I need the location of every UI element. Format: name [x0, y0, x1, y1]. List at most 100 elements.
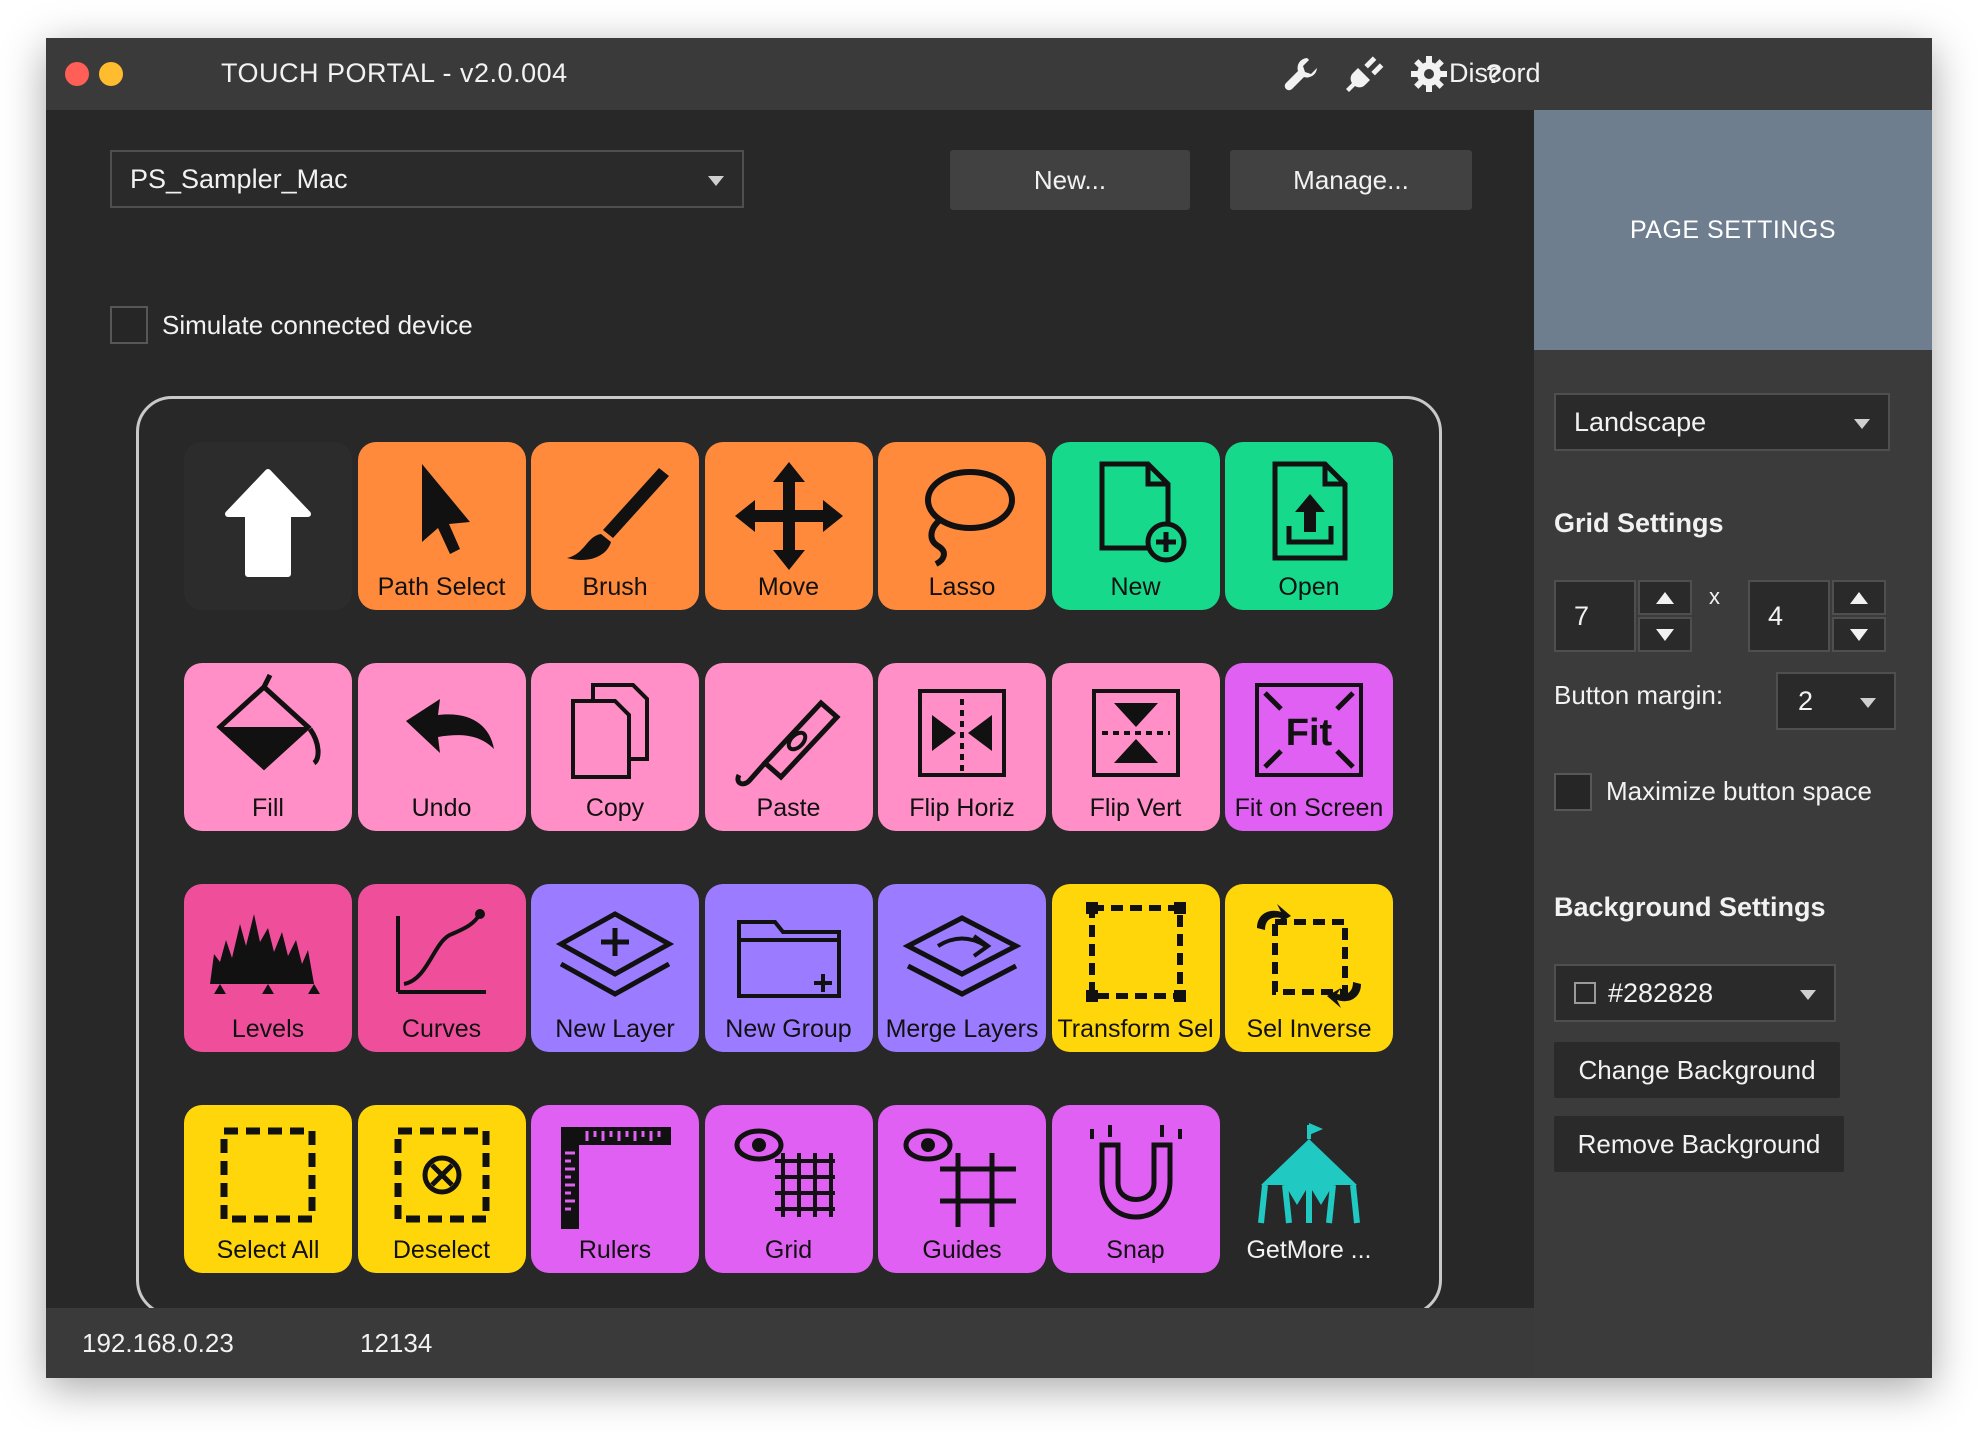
grid-button[interactable]: New Layer	[531, 884, 699, 1052]
triangle-up-icon	[1656, 591, 1674, 604]
grid-button[interactable]: New Group	[704, 884, 873, 1052]
triangle-up-icon	[1850, 591, 1868, 604]
help-icon[interactable]: ?	[1474, 54, 1514, 94]
grid-button[interactable]: Copy	[531, 663, 699, 831]
grid-button[interactable]: Fill	[184, 663, 352, 831]
columns-stepper[interactable]: 7	[1554, 580, 1692, 652]
grid-button-label: Sel Inverse	[1246, 1015, 1372, 1043]
rows-value[interactable]: 4	[1748, 580, 1830, 652]
grid-button[interactable]: Guides	[878, 1105, 1046, 1273]
grid-button-label: New Layer	[555, 1015, 675, 1043]
main-panel: PS_Sampler_Mac New... Manage... Simulate…	[46, 110, 1534, 1316]
grid-button[interactable]: Grid	[704, 1105, 873, 1273]
grid-button-label: Guides	[922, 1236, 1002, 1264]
page-select[interactable]: PS_Sampler_Mac	[110, 150, 744, 208]
page-select-value: PS_Sampler_Mac	[130, 163, 348, 194]
chevron-down-icon	[708, 176, 724, 186]
maximize-button-space-label: Maximize button space	[1606, 776, 1872, 806]
background-color-value: #282828	[1608, 977, 1714, 1008]
columns-value[interactable]: 7	[1554, 580, 1636, 652]
app-window: TOUCH PORTAL - v2.0.004 Discord ? PS_Sam…	[46, 38, 1932, 1378]
title-bar: TOUCH PORTAL - v2.0.004 Discord ?	[46, 38, 1932, 110]
grid-button[interactable]: Select All	[184, 1105, 352, 1273]
button-margin-label: Button margin:	[1554, 680, 1724, 710]
chevron-down-icon	[1800, 990, 1816, 1000]
rows-decrement-button[interactable]	[1832, 617, 1886, 652]
grid-button[interactable]: New	[1051, 442, 1220, 610]
maximize-button-space-checkbox[interactable]	[1554, 773, 1592, 811]
grid-button-label: Undo	[411, 794, 472, 822]
grid-button[interactable]: Open	[1225, 442, 1393, 610]
gear-icon[interactable]	[1409, 54, 1449, 94]
grid-button[interactable]: Curves	[357, 884, 526, 1052]
window-title: TOUCH PORTAL - v2.0.004	[221, 58, 568, 88]
grid-button[interactable]: Deselect	[357, 1105, 526, 1273]
change-background-button[interactable]: Change Background	[1554, 1042, 1840, 1098]
rows-stepper[interactable]: 4	[1748, 580, 1886, 652]
button-margin-select[interactable]: 2	[1776, 672, 1896, 730]
grid-button-label: Copy	[585, 794, 645, 822]
page-settings-sidebar: PAGE SETTINGS Landscape Grid Settings 7 …	[1534, 110, 1932, 1378]
grid-button[interactable]: Brush	[531, 442, 699, 610]
grid-button[interactable]: Move	[704, 442, 873, 610]
grid-button-label: Paste	[756, 794, 821, 822]
grid-button[interactable]: GetMore ...	[1225, 1105, 1393, 1273]
color-swatch	[1574, 982, 1596, 1004]
grid-button[interactable]: Paste	[704, 663, 873, 831]
grid-button[interactable]: Merge Layers	[878, 884, 1046, 1052]
wrench-icon[interactable]	[1281, 54, 1321, 94]
new-page-button[interactable]: New...	[950, 150, 1190, 210]
button-grid: Path Select Brush Move Lasso New Open Fill Undo…	[184, 442, 1394, 1274]
svg-text:Fit: Fit	[1286, 712, 1333, 754]
rows-increment-button[interactable]	[1832, 580, 1886, 615]
close-button[interactable]	[65, 62, 89, 86]
simulate-device-label: Simulate connected device	[162, 310, 473, 340]
orientation-select[interactable]: Landscape	[1554, 393, 1890, 451]
status-bar: 192.168.0.23 12134	[46, 1308, 1534, 1378]
plug-icon[interactable]	[1344, 54, 1384, 94]
grid-button[interactable]: Sel Inverse	[1225, 884, 1393, 1052]
grid-button-label: Fit on Screen	[1234, 794, 1384, 822]
background-color-select[interactable]: #282828	[1554, 964, 1836, 1022]
grid-button[interactable]: Fit Fit on Screen	[1225, 663, 1393, 831]
grid-button[interactable]: Path Select	[357, 442, 526, 610]
grid-button-label: Rulers	[578, 1236, 652, 1264]
page-settings-label: PAGE SETTINGS	[1629, 215, 1837, 244]
chevron-down-icon	[1854, 419, 1870, 429]
grid-button[interactable]	[184, 442, 352, 610]
grid-settings-title: Grid Settings	[1554, 508, 1724, 538]
triangle-down-icon	[1850, 628, 1868, 641]
simulate-device-checkbox[interactable]	[110, 306, 148, 344]
grid-button-label: GetMore ...	[1246, 1236, 1372, 1264]
orientation-value: Landscape	[1574, 406, 1707, 437]
remove-background-button[interactable]: Remove Background	[1554, 1116, 1844, 1172]
button-margin-value: 2	[1798, 685, 1814, 716]
grid-button[interactable]: Transform Sel	[1051, 884, 1220, 1052]
grid-button-label: New	[1110, 573, 1161, 601]
chevron-down-icon	[1860, 698, 1876, 708]
grid-button-label: Deselect	[392, 1236, 491, 1264]
grid-button-label: Path Select	[377, 573, 506, 601]
grid-button[interactable]: Flip Horiz	[878, 663, 1046, 831]
grid-button[interactable]: Flip Vert	[1051, 663, 1220, 831]
grid-button-label: Open	[1278, 573, 1340, 601]
grid-button[interactable]: Rulers	[531, 1105, 699, 1273]
grid-button[interactable]: Undo	[357, 663, 526, 831]
grid-button-label: Merge Layers	[885, 1015, 1039, 1043]
grid-button[interactable]: Levels	[184, 884, 352, 1052]
ip-address: 192.168.0.23	[82, 1328, 234, 1358]
columns-increment-button[interactable]	[1638, 580, 1692, 615]
port-number: 12134	[360, 1328, 433, 1358]
manage-pages-button[interactable]: Manage...	[1230, 150, 1472, 210]
grid-button-label: Transform Sel	[1057, 1015, 1214, 1043]
grid-button-label: New Group	[725, 1015, 852, 1043]
grid-button-label: Lasso	[928, 573, 996, 601]
grid-button-label: Flip Horiz	[909, 794, 1015, 822]
grid-button[interactable]: Lasso	[878, 442, 1046, 610]
page-settings-header[interactable]: PAGE SETTINGS	[1534, 110, 1932, 350]
columns-decrement-button[interactable]	[1638, 617, 1692, 652]
grid-button-label: Grid	[764, 1236, 813, 1264]
grid-button[interactable]: Snap	[1051, 1105, 1220, 1273]
triangle-down-icon	[1656, 628, 1674, 641]
minimize-button[interactable]	[99, 62, 123, 86]
